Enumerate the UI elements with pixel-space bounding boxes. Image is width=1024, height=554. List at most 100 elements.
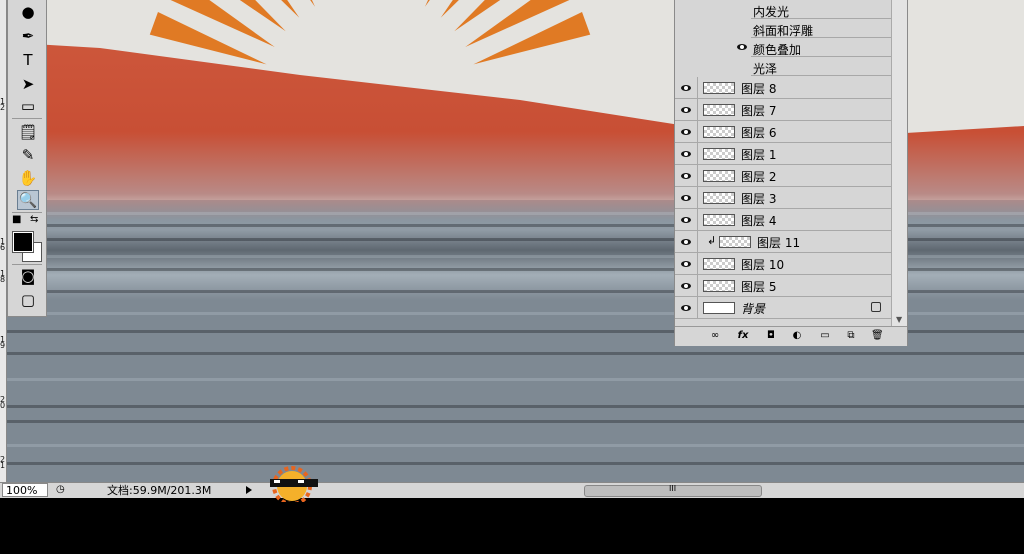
layer-name: 背景 (741, 302, 766, 316)
layer-row[interactable]: 图层 3 (675, 187, 891, 209)
zoom-tool-icon[interactable]: 🔍 (17, 190, 39, 210)
layer-thumbnail (703, 170, 735, 182)
vertical-ruler[interactable]: 121618192021 (0, 0, 7, 482)
layer-effect-row[interactable]: 内发光 (751, 0, 891, 19)
horizontal-scrollbar[interactable]: III (584, 484, 762, 497)
effect-visibility-eye-icon[interactable] (737, 44, 747, 50)
layer-thumbnail (703, 126, 735, 138)
quick-mask-icon[interactable]: ◙ (17, 266, 39, 286)
eye-icon (681, 216, 691, 223)
layer-row[interactable]: 图层 1 (675, 143, 891, 165)
scroll-down-icon[interactable]: ▼ (896, 315, 902, 324)
trash-icon[interactable]: 🗑 (871, 330, 884, 342)
zoom-field[interactable]: 100% (2, 483, 48, 497)
layer-name: 图层 2 (741, 170, 777, 184)
layers-scrollbar[interactable]: ▼ (891, 0, 907, 326)
layer-row[interactable]: 图层 8 (675, 77, 891, 99)
layer-visibility-toggle[interactable] (675, 121, 698, 142)
pen-tool-icon[interactable]: ✒ (17, 26, 39, 46)
toolbox-panel: ■ ⇆ ◙ ▢ ● ✒ T ➤ ▭ 🗒 ✎ ✋ 🔍 (7, 0, 47, 317)
adjustment-icon[interactable]: ◐ (791, 330, 803, 342)
eyedropper-tool-icon[interactable]: ✎ (17, 145, 39, 165)
layer-effect-row[interactable]: 光泽 (751, 57, 891, 76)
lock-icon (871, 302, 881, 312)
fx-icon[interactable]: fx (737, 330, 749, 342)
layer-row[interactable]: 图层 6 (675, 121, 891, 143)
ruler-number: 9 (0, 341, 6, 350)
eye-icon (681, 128, 691, 135)
eye-icon (681, 304, 691, 311)
ruler-number: 1 (0, 461, 6, 470)
layer-thumbnail (703, 148, 735, 160)
status-menu-icon[interactable]: ◷ (56, 484, 65, 495)
eye-icon (681, 172, 691, 179)
default-colors-icon[interactable]: ■ (12, 214, 21, 225)
folder-icon[interactable]: ▭ (819, 330, 831, 342)
layer-visibility-toggle[interactable] (675, 209, 698, 230)
hand-tool-icon[interactable]: ✋ (17, 168, 39, 188)
layer-row[interactable]: 图层 5 (675, 275, 891, 297)
layer-visibility-toggle[interactable] (675, 231, 698, 252)
layer-row[interactable]: ↲ 图层 11 (675, 231, 891, 253)
screen-mode-icon[interactable]: ▢ (17, 290, 39, 310)
link-icon[interactable]: ∞ (709, 330, 721, 342)
path-selection-tool-icon[interactable]: ➤ (17, 74, 39, 94)
ruler-number: 0 (0, 401, 6, 410)
layer-name: 图层 8 (741, 82, 777, 96)
layer-visibility-toggle[interactable] (675, 187, 698, 208)
ruler-number: 8 (0, 275, 6, 284)
water-streak (0, 352, 1024, 355)
toolbox-divider (12, 212, 42, 213)
smudge-tool-icon[interactable]: ● (17, 2, 39, 22)
mask-icon[interactable]: ◘ (765, 330, 777, 342)
layer-row[interactable]: 图层 4 (675, 209, 891, 231)
layer-thumbnail (719, 236, 751, 248)
layer-row[interactable]: 背景 (675, 297, 891, 319)
layer-effect-label: 颜色叠加 (753, 43, 802, 57)
layer-row[interactable]: 图层 10 (675, 253, 891, 275)
layer-name: 图层 7 (741, 104, 777, 118)
layer-row[interactable]: 图层 2 (675, 165, 891, 187)
layer-effect-row[interactable]: 斜面和浮雕 (751, 19, 891, 38)
water-streak (0, 405, 1024, 408)
layer-visibility-toggle[interactable] (675, 275, 698, 296)
layer-visibility-toggle[interactable] (675, 143, 698, 164)
notes-tool-icon[interactable]: 🗒 (17, 122, 39, 142)
foreground-color-swatch[interactable] (12, 231, 34, 253)
ruler-number: 6 (0, 243, 6, 252)
layer-effect-row[interactable]: 颜色叠加 (751, 38, 891, 57)
layer-visibility-toggle[interactable] (675, 99, 698, 120)
layers-footer: ∞ fx ◘ ◐ ▭ ⧉ 🗑 (675, 326, 907, 346)
layer-name: 图层 4 (741, 214, 777, 228)
layer-visibility-toggle[interactable] (675, 165, 698, 186)
scroll-grip: III (669, 484, 677, 493)
eye-icon (681, 194, 691, 201)
layer-name: 图层 3 (741, 192, 777, 206)
layer-thumbnail (703, 258, 735, 270)
new-layer-icon[interactable]: ⧉ (845, 330, 857, 342)
layer-thumbnail (703, 302, 735, 314)
layer-visibility-toggle[interactable] (675, 253, 698, 274)
toolbox-divider (12, 264, 42, 265)
shape-tool-icon[interactable]: ▭ (17, 96, 39, 116)
eye-icon (681, 238, 691, 245)
type-tool-icon[interactable]: T (17, 50, 39, 70)
ruler-number: 2 (0, 103, 6, 112)
eye-icon (681, 282, 691, 289)
swap-colors-icon[interactable]: ⇆ (30, 214, 38, 225)
layer-visibility-toggle[interactable] (675, 77, 698, 98)
layer-name: 图层 5 (741, 280, 777, 294)
layer-name: 图层 6 (741, 126, 777, 140)
status-expand-icon[interactable] (246, 486, 252, 494)
eye-icon (681, 84, 691, 91)
water-streak (0, 462, 1024, 465)
layer-thumbnail (703, 280, 735, 292)
eye-icon (681, 260, 691, 267)
layer-thumbnail (703, 192, 735, 204)
layer-row[interactable]: 图层 7 (675, 99, 891, 121)
toolbox-divider (12, 118, 42, 119)
clipping-arrow-icon: ↲ (707, 234, 717, 247)
layer-visibility-toggle[interactable] (675, 297, 698, 318)
water-streak (0, 444, 1024, 447)
layer-thumbnail (703, 214, 735, 226)
